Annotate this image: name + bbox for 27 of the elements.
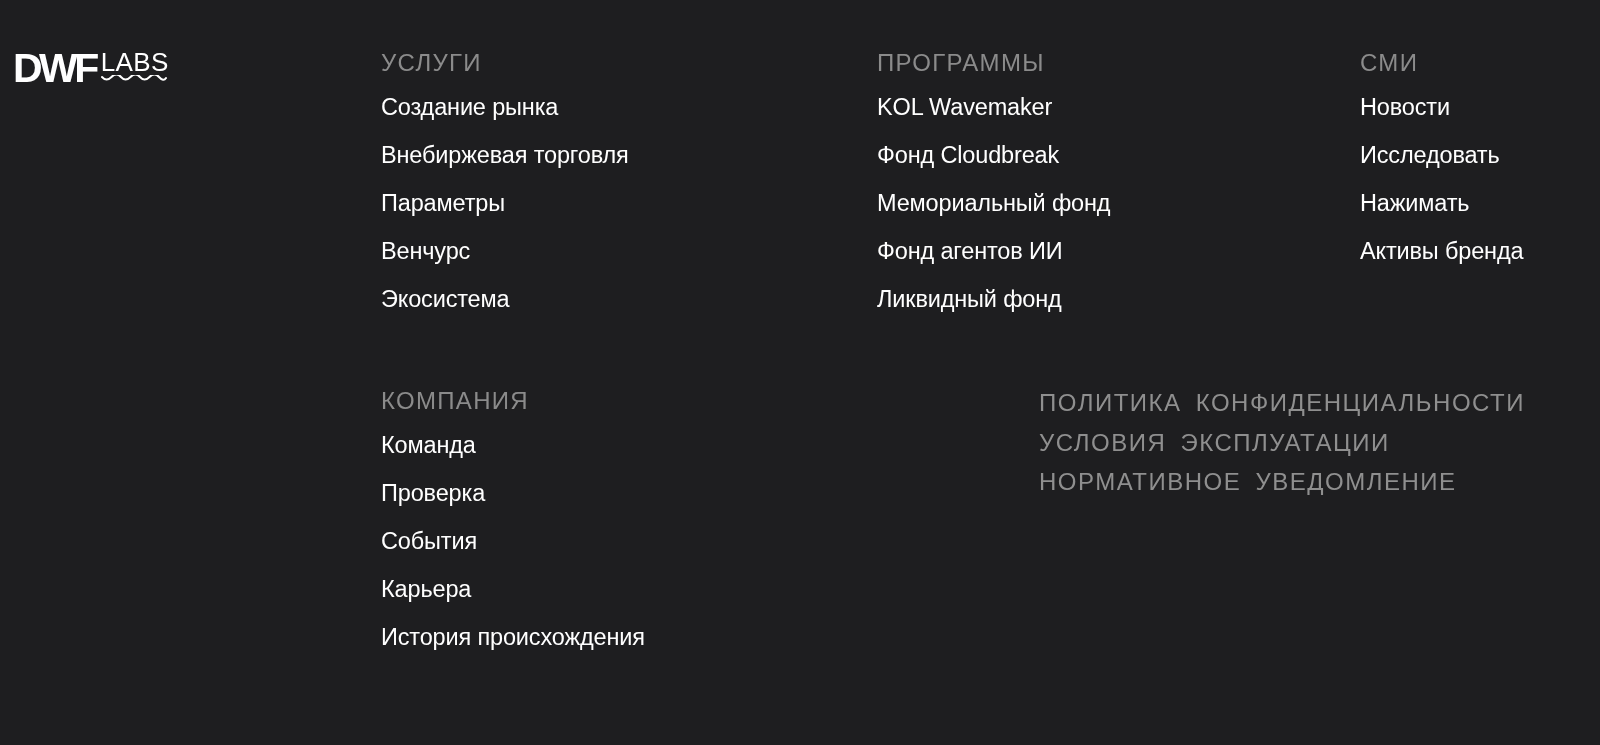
footer-link[interactable]: Внебиржевая торговля [381,131,629,179]
footer-link[interactable]: Исследовать [1360,131,1500,179]
footer-link[interactable]: Ликвидный фонд [877,275,1062,323]
footer-link[interactable]: События [381,517,477,565]
footer-link[interactable]: Создание рынка [381,83,559,131]
wave-icon [100,75,167,83]
section-heading: УСЛУГИ [381,48,482,78]
footer-link[interactable]: Экосистема [381,275,510,323]
footer-link[interactable]: Мемориальный фонд [877,179,1111,227]
footer-link[interactable]: Нажимать [1360,179,1470,227]
footer-link[interactable]: Активы бренда [1360,227,1524,275]
footer-link[interactable]: Команда [381,421,476,469]
section-heading: ПРОГРАММЫ [877,48,1045,78]
legal-link[interactable]: НОРМАТИВНОЕ УВЕДОМЛЕНИЕ [1039,462,1457,502]
legal-link[interactable]: УСЛОВИЯ ЭКСПЛУАТАЦИИ [1039,422,1390,462]
footer-link[interactable]: Параметры [381,179,505,227]
section-heading: СМИ [1360,48,1419,78]
section-heading: КОМПАНИЯ [381,386,529,416]
footer-link[interactable]: KOL Wavemaker [877,83,1053,131]
footer-link[interactable]: Фонд Cloudbreak [877,131,1060,179]
footer-link[interactable]: Фонд агентов ИИ [877,227,1063,275]
footer-link[interactable]: Венчурс [381,227,471,275]
footer-link[interactable]: Новости [1360,83,1450,131]
legal-link[interactable]: ПОЛИТИКА КОНФИДЕНЦИАЛЬНОСТИ [1039,383,1525,423]
footer-link[interactable]: История происхождения [381,613,645,661]
footer-link[interactable]: Карьера [381,565,472,613]
footer-link[interactable]: Проверка [381,469,486,517]
